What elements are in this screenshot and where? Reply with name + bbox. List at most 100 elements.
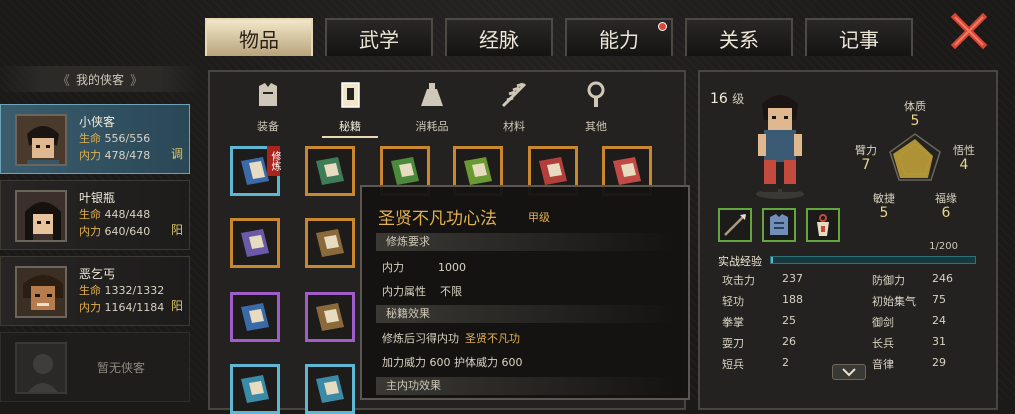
party-header: 《 我的侠客 》	[0, 66, 200, 92]
manual-book-icon	[464, 157, 492, 185]
manual-book-icon	[316, 375, 344, 403]
item-slot[interactable]	[305, 292, 355, 342]
member-hp: 生命 448/448	[79, 208, 151, 221]
attr-lightness: 轻功 188	[722, 293, 803, 308]
tab-abilities-label: 能力	[599, 27, 639, 52]
member-mp: 内力 478/478	[79, 149, 151, 162]
category-consumables[interactable]: 消耗品	[400, 78, 464, 140]
item-slot[interactable]	[230, 292, 280, 342]
member-mp: 内力 640/640	[79, 225, 151, 238]
attr-attack: 攻击力 237	[722, 272, 803, 287]
exp-value: 1/200	[929, 241, 958, 252]
equip-armor-slot[interactable]	[762, 208, 796, 242]
manual-book-icon	[241, 303, 269, 331]
section-main-effect: 主内功效果	[376, 377, 676, 395]
top-tabs: 物品 武学 经脉 能力 关系 记事	[205, 18, 925, 56]
category-manuals[interactable]: 秘籍	[318, 78, 382, 140]
tab-items-label: 物品	[239, 27, 279, 52]
party-member-1[interactable]: 小侠客 生命 556/556 内力 478/478 调	[0, 104, 190, 174]
potion-icon	[415, 78, 449, 112]
item-slot[interactable]	[305, 364, 355, 414]
item-slot[interactable]	[230, 364, 280, 414]
attr-fist: 拳掌 25	[722, 314, 796, 329]
exp-bar-fill	[771, 257, 774, 263]
member-tag: 调	[170, 147, 183, 161]
category-label: 消耗品	[415, 120, 449, 133]
close-button[interactable]	[946, 8, 992, 54]
chevron-left-icon[interactable]: 《	[57, 70, 70, 89]
armor-icon	[251, 78, 285, 112]
radar-comprehension: 悟性 4	[953, 144, 975, 173]
category-label: 秘籍	[339, 120, 361, 133]
tab-relations-label: 关系	[719, 27, 759, 52]
req-power-attribute: 内力属性 不限	[382, 285, 462, 298]
party-header-label: 我的侠客	[75, 72, 124, 87]
party-member-2[interactable]: 叶银瓶 生命 448/448 内力 640/640 阳	[0, 180, 190, 250]
character-level: 16 级	[710, 91, 745, 107]
notification-dot	[658, 22, 667, 31]
charm-icon	[817, 214, 829, 236]
item-slot[interactable]	[305, 218, 355, 268]
party-member-3[interactable]: 恶乞丐 生命 1332/1332 内力 1164/1184 阳	[0, 256, 190, 326]
tab-journal[interactable]: 记事	[805, 18, 913, 56]
chevron-right-icon[interactable]: 》	[130, 70, 143, 89]
manual-book-icon	[316, 303, 344, 331]
category-materials[interactable]: 材料	[482, 78, 546, 140]
tab-journal-label: 记事	[839, 27, 879, 52]
amulet-icon	[579, 78, 613, 112]
radar-agility: 敏捷 5	[873, 192, 895, 221]
tab-martial-arts[interactable]: 武学	[325, 18, 433, 56]
radar-strength: 臂力 7	[855, 144, 877, 173]
avatar	[15, 190, 67, 242]
member-name: 恶乞丐	[79, 267, 116, 281]
req-internal-power: 内力 1000	[382, 261, 466, 274]
tab-abilities[interactable]: 能力	[565, 18, 673, 56]
attr-initial-qi: 初始集气 75	[872, 293, 946, 308]
tab-meridians-label: 经脉	[479, 27, 519, 52]
equip-accessory-slot[interactable]	[806, 208, 840, 242]
category-label: 装备	[257, 120, 279, 133]
avatar	[15, 266, 67, 318]
spear-icon	[724, 214, 746, 236]
category-tabs: 装备 秘籍 消耗品 材料 其他	[222, 78, 672, 140]
tab-relations[interactable]: 关系	[685, 18, 793, 56]
item-slot[interactable]	[230, 218, 280, 268]
radar-constitution: 体质 5	[904, 100, 926, 129]
member-tag: 阳	[170, 223, 183, 237]
category-equipment[interactable]: 装备	[236, 78, 300, 140]
category-label: 材料	[503, 120, 525, 133]
exp-label: 实战经验	[718, 255, 762, 268]
category-other[interactable]: 其他	[564, 78, 628, 140]
manual-book-icon	[539, 157, 567, 185]
attr-blade: 耍刀 26	[722, 335, 796, 350]
section-effects: 秘籍效果	[376, 305, 676, 323]
expand-button[interactable]	[832, 364, 866, 380]
exp-bar	[770, 256, 976, 264]
equip-weapon-slot[interactable]	[718, 208, 752, 242]
radar-fortune: 福缘 6	[935, 192, 957, 221]
item-slot[interactable]: 修炼	[230, 146, 280, 196]
manual-book-icon	[613, 157, 641, 185]
effect-learn: 修炼后习得内功 圣贤不凡功	[382, 332, 520, 345]
herb-icon	[497, 78, 531, 112]
attr-short-weapon: 短兵 2	[722, 356, 789, 371]
manual-book-icon	[316, 229, 344, 257]
tooltip-title: 圣贤不凡功心法	[378, 209, 497, 229]
item-slot[interactable]	[305, 146, 355, 196]
attr-defense: 防御力 246	[872, 272, 953, 287]
tooltip-grade: 甲级	[528, 211, 550, 224]
tab-meridians[interactable]: 经脉	[445, 18, 553, 56]
character-panel: 16 级 体质 5 悟性 4 福缘 6 敏捷 5 臂力 7 1/200 实战经验…	[698, 70, 998, 410]
member-hp: 生命 1332/1332	[79, 284, 165, 297]
character-sprite	[748, 90, 812, 200]
member-name: 叶银瓶	[79, 191, 116, 205]
party-member-empty[interactable]: 暂无侠客	[0, 332, 190, 402]
attr-music: 音律 29	[872, 356, 946, 371]
chevron-down-icon	[842, 368, 856, 377]
member-mp: 内力 1164/1184	[79, 301, 165, 314]
attr-sword: 御剑 24	[872, 314, 946, 329]
attribute-radar-chart: 体质 5 悟性 4 福缘 6 敏捷 5 臂力 7	[855, 98, 990, 221]
tab-items[interactable]: 物品	[205, 18, 313, 56]
attr-long-weapon: 长兵 31	[872, 335, 946, 350]
manual-book-icon	[241, 229, 269, 257]
